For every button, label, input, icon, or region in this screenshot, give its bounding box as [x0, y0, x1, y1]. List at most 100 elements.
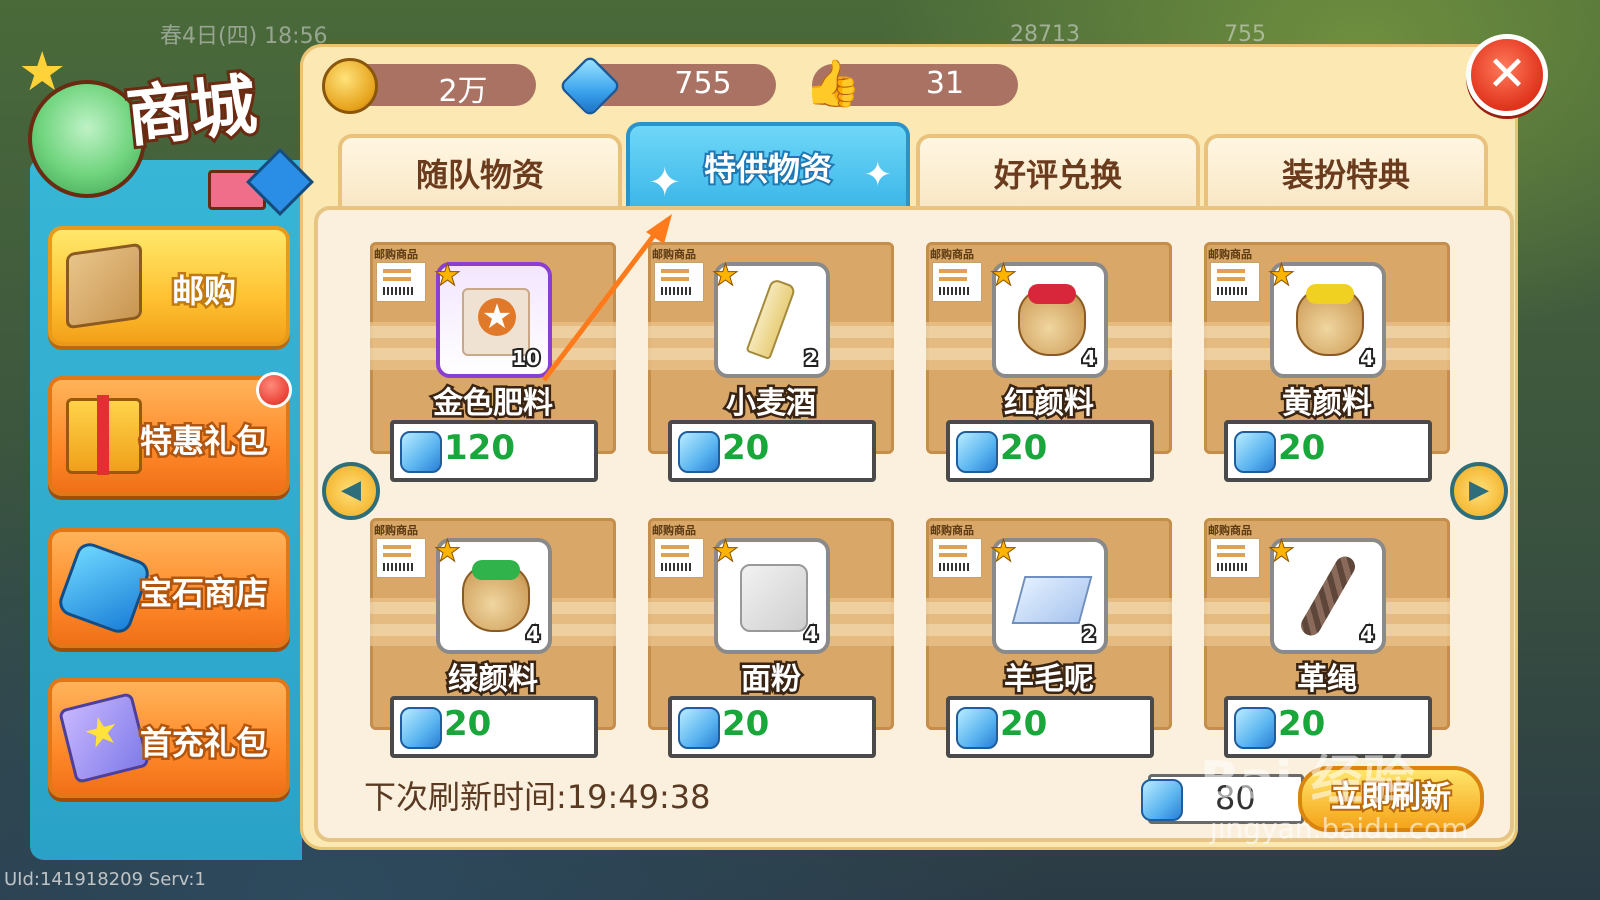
watermark-url: jingyan.baidu.com [1210, 812, 1469, 845]
star-icon: ★ [712, 258, 740, 294]
star-icon: ★ [712, 534, 740, 570]
star-icon: ★ [1268, 534, 1296, 570]
tab-team-supplies[interactable]: 随队物资 [338, 134, 622, 212]
notification-dot [256, 372, 292, 408]
coin-icon [322, 58, 378, 114]
item-count: 2 [802, 344, 820, 372]
star-icon: ★ [434, 534, 462, 570]
item-price: 20 [1000, 704, 1048, 744]
item-card[interactable]: 邮购商品 ★ 4 黄颜料 20 [1204, 242, 1450, 482]
item-icon-frame[interactable]: ★ 10 [434, 258, 552, 378]
item-icon-frame[interactable]: ★ 2 [990, 534, 1108, 654]
tab-label: 随队物资 [415, 156, 544, 194]
item-price: 120 [444, 428, 515, 468]
item-icon-frame[interactable]: ★ 4 [1268, 258, 1386, 378]
item-count: 4 [1358, 620, 1376, 648]
thumbs-up-icon: 👍 [804, 56, 862, 110]
prev-page-button[interactable]: ◀ [322, 462, 380, 520]
item-card[interactable]: 邮购商品 ★ 4 面粉 20 [648, 518, 894, 758]
shipping-label [932, 262, 982, 302]
rope-icon [1297, 552, 1359, 640]
shop-sidebar: 邮购 特惠礼包 宝石商店 首充礼包 [30, 160, 302, 860]
tab-label: 装扮特典 [1281, 156, 1410, 194]
bottle-icon [745, 277, 797, 361]
buy-button[interactable]: 20 [946, 696, 1154, 758]
item-name: 金色肥料 [431, 384, 556, 424]
card-tag: 邮购商品 [374, 524, 418, 537]
buy-button[interactable]: 120 [390, 420, 598, 482]
card-tag: 邮购商品 [652, 248, 696, 261]
shipping-label [932, 538, 982, 578]
buy-button[interactable]: 20 [668, 696, 876, 758]
item-icon-frame[interactable]: ★ 4 [434, 534, 552, 654]
arrow-right-icon: ▶ [1469, 475, 1489, 505]
star-icon: ★ [434, 258, 462, 294]
gem-icon [400, 707, 442, 749]
star-icon: ★ [990, 258, 1018, 294]
card-tag: 邮购商品 [652, 524, 696, 537]
card-icon [57, 691, 151, 785]
gem-icon [956, 707, 998, 749]
gem-icon [55, 539, 153, 637]
buy-button[interactable]: 20 [390, 696, 598, 758]
buy-button[interactable]: 20 [668, 420, 876, 482]
flour-icon [740, 564, 808, 632]
buy-button[interactable]: 20 [1224, 420, 1432, 482]
tab-label: 好评兑换 [993, 156, 1122, 194]
shop-logo: ★ 商城 [8, 20, 314, 216]
item-name: 面粉 [739, 660, 804, 700]
item-count: 2 [1080, 620, 1098, 648]
tab-review-exchange[interactable]: 好评兑换 [916, 134, 1200, 212]
item-name: 红颜料 [1002, 384, 1097, 424]
next-page-button[interactable]: ▶ [1450, 462, 1508, 520]
item-count: 4 [802, 620, 820, 648]
like-counter: 👍 31 [804, 58, 1018, 108]
item-count: 4 [1080, 344, 1098, 372]
gem-icon [1234, 431, 1276, 473]
shop-title: 商城 [120, 62, 261, 159]
gem-icon [956, 431, 998, 473]
close-button[interactable]: ✕ [1466, 34, 1548, 116]
shipping-label [376, 538, 426, 578]
sidebar-item-label: 宝石商店 [137, 572, 270, 615]
item-icon-frame[interactable]: ★ 4 [712, 534, 830, 654]
item-card[interactable]: 邮购商品 ★ 4 红颜料 20 [926, 242, 1172, 482]
like-value: 31 [925, 66, 965, 101]
star-icon: ★ [990, 534, 1018, 570]
watermark-logo: Bai 经验 [1200, 751, 1415, 811]
sidebar-item-mail-order[interactable]: 邮购 [48, 226, 290, 346]
item-card[interactable]: 邮购商品 ★ 2 小麦酒 20 [648, 242, 894, 482]
card-tag: 邮购商品 [1208, 248, 1252, 261]
tab-costume-specials[interactable]: 装扮特典 [1204, 134, 1488, 212]
paint-pot-icon [1018, 284, 1086, 356]
coin-value: 2万 [438, 74, 488, 109]
sidebar-item-gem-shop[interactable]: 宝石商店 [48, 528, 290, 648]
coin-counter: 2万 [322, 58, 536, 114]
item-icon-frame[interactable]: ★ 4 [990, 258, 1108, 378]
gem-icon [678, 431, 720, 473]
card-tag: 邮购商品 [1208, 524, 1252, 537]
item-card[interactable]: 邮购商品 ★ 4 革绳 20 [1204, 518, 1450, 758]
refresh-timer: 下次刷新时间:19:49:38 [364, 778, 711, 816]
item-card[interactable]: 邮购商品 ★ 2 羊毛呢 20 [926, 518, 1172, 758]
item-card[interactable]: 邮购商品 ★ 10 金色肥料120 [370, 242, 616, 482]
item-price: 20 [1278, 428, 1326, 468]
shipping-label [654, 538, 704, 578]
gem-counter: 755 [558, 54, 776, 118]
card-tag: 邮购商品 [930, 248, 974, 261]
sidebar-item-first-recharge[interactable]: 首充礼包 [48, 678, 290, 798]
item-name: 革绳 [1295, 660, 1360, 700]
buy-button[interactable]: 20 [946, 420, 1154, 482]
card-tag: 邮购商品 [930, 524, 974, 537]
tab-special-supplies[interactable]: ✦ 特供物资 ✦ [626, 122, 910, 212]
item-icon-frame[interactable]: ★ 2 [712, 258, 830, 378]
item-icon-frame[interactable]: ★ 4 [1268, 534, 1386, 654]
card-tag: 邮购商品 [374, 248, 418, 261]
sidebar-item-special-gift[interactable]: 特惠礼包 [48, 372, 292, 496]
close-icon: ✕ [1486, 46, 1528, 102]
item-name: 小麦酒 [724, 384, 819, 424]
item-card[interactable]: 邮购商品 ★ 4 绿颜料 20 [370, 518, 616, 758]
gem-value: 755 [674, 66, 732, 101]
item-count: 10 [510, 344, 542, 372]
box-icon [66, 242, 142, 330]
